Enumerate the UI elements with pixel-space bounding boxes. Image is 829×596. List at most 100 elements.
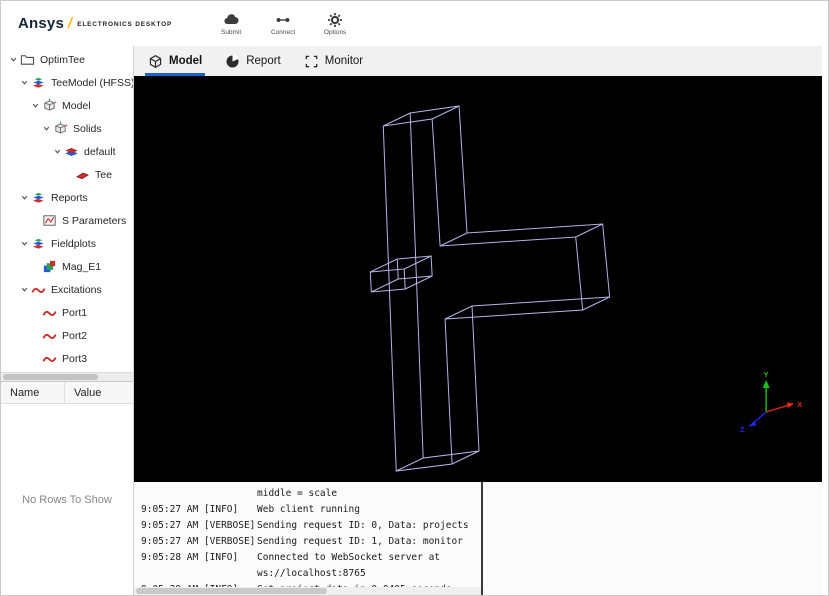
console-line: 9:05:28 AM [INFO] Connected to WebSocket … xyxy=(141,549,481,565)
tab-label: Report xyxy=(246,55,281,67)
chevron-down-icon[interactable] xyxy=(51,145,64,158)
tee-wireframe xyxy=(369,105,611,472)
main-area: Model Report Monitor Y X Z middle = scal… xyxy=(134,46,828,595)
tee-front-face xyxy=(382,118,584,472)
tree-item-label: TeeModel (HFSS) xyxy=(51,76,133,89)
console-line-message: Connected to WebSocket server at xyxy=(257,551,441,563)
tree-item-port2[interactable]: Port2 xyxy=(1,324,133,347)
folder-icon xyxy=(20,52,35,67)
tree-item-reports[interactable]: Reports xyxy=(1,186,133,209)
tree-item-port1[interactable]: Port1 xyxy=(1,301,133,324)
chevron-down-icon[interactable] xyxy=(29,99,42,112)
console-lines: middle = scale 9:05:27 AM [INFO] Web clien… xyxy=(141,485,481,595)
port-icon xyxy=(42,351,57,366)
properties-header: Name Value xyxy=(1,382,133,404)
console-line-prefix: 9:05:27 AM [VERBOSE] xyxy=(141,535,256,547)
console-line: 9:05:27 AM [VERBOSE] Sending request ID: … xyxy=(141,517,481,533)
tree-item-optimtee[interactable]: OptimTee xyxy=(1,48,133,71)
x-axis-arrowhead xyxy=(786,402,795,408)
tree-item-label: S Parameters xyxy=(62,214,127,227)
console-log[interactable]: middle = scale 9:05:27 AM [INFO] Web clien… xyxy=(134,482,481,595)
sidebar: OptimTee TeeModel (HFSS) Model Solids defaul… xyxy=(1,46,134,595)
x-axis-label: X xyxy=(797,400,802,409)
connect-icon xyxy=(275,12,291,28)
solids-icon xyxy=(53,121,68,136)
tree-item-label: Solids xyxy=(73,122,102,135)
tree-item-excitations[interactable]: Excitations xyxy=(1,278,133,301)
tree-item-model[interactable]: Model xyxy=(1,94,133,117)
column-header-value[interactable]: Value xyxy=(65,382,133,403)
console-line-message: ws://localhost:8765 xyxy=(257,567,366,579)
design-icon xyxy=(31,75,46,90)
tree-item-teemodel-hfss[interactable]: TeeModel (HFSS) xyxy=(1,71,133,94)
z-axis xyxy=(752,411,767,424)
connect-button[interactable]: Connect xyxy=(264,12,302,36)
tree-item-s-parameters[interactable]: S Parameters xyxy=(1,209,133,232)
tab-label: Monitor xyxy=(324,55,364,67)
plot-icon xyxy=(42,213,57,228)
tab-report[interactable]: Report xyxy=(222,46,284,76)
app-header: Ansys / ELECTRONICS DESKTOP Submit Connec… xyxy=(1,1,828,46)
tree-item-label: Port2 xyxy=(62,329,88,342)
logo-slash: / xyxy=(66,15,75,32)
septum-wireframe xyxy=(369,255,433,293)
tree-item-default[interactable]: default xyxy=(1,140,133,163)
tree-item-mag-e1[interactable]: Mag_E1 xyxy=(1,255,133,278)
model-icon xyxy=(42,98,57,113)
tree-item-label: Model xyxy=(62,99,91,112)
chevron-down-icon[interactable] xyxy=(18,237,31,250)
ansys-logo: Ansys / ELECTRONICS DESKTOP xyxy=(18,15,172,32)
report-tab-icon xyxy=(225,54,240,69)
submit-button[interactable]: Submit xyxy=(212,12,250,36)
console-line: 9:05:27 AM [VERBOSE] Sending request ID: … xyxy=(141,533,481,549)
logo-product-text: ELECTRONICS DESKTOP xyxy=(77,21,173,28)
y-axis-arrowhead xyxy=(762,380,770,388)
console-horizontal-scrollbar[interactable] xyxy=(134,587,481,595)
scrollbar-thumb[interactable] xyxy=(136,588,327,594)
tree-item-label: Reports xyxy=(51,191,88,204)
tree-item-label: default xyxy=(84,145,116,158)
caret-placeholder xyxy=(29,306,42,319)
tree-item-port3[interactable]: Port3 xyxy=(1,347,133,370)
console-line: 9:05:27 AM [INFO] Web client running xyxy=(141,501,481,517)
column-header-name[interactable]: Name xyxy=(1,382,65,403)
tree-item-tee[interactable]: Tee xyxy=(1,163,133,186)
tab-monitor[interactable]: Monitor xyxy=(301,46,366,76)
material-icon xyxy=(64,144,79,159)
console-area: middle = scale 9:05:27 AM [INFO] Web clien… xyxy=(134,482,822,595)
chevron-down-icon[interactable] xyxy=(40,122,53,135)
action-label: Submit xyxy=(220,28,242,36)
console-line-message: Sending request ID: 1, Data: monitor xyxy=(257,535,463,547)
z-axis-label: Z xyxy=(740,425,745,434)
tree-item-solids[interactable]: Solids xyxy=(1,117,133,140)
caret-placeholder xyxy=(29,214,42,227)
options-button[interactable]: Options xyxy=(316,12,354,36)
properties-body: No Rows To Show xyxy=(1,404,133,595)
console-line-message: Web client running xyxy=(257,503,360,515)
chevron-down-icon[interactable] xyxy=(18,283,31,296)
caret-placeholder xyxy=(29,260,42,273)
caret-placeholder xyxy=(62,168,75,181)
chevron-down-icon[interactable] xyxy=(18,76,31,89)
chevron-down-icon[interactable] xyxy=(7,53,20,66)
port-icon xyxy=(42,328,57,343)
viewport-3d[interactable]: Y X Z xyxy=(134,76,822,482)
field-overlay-icon xyxy=(42,259,57,274)
console-line-prefix: 9:05:27 AM [VERBOSE] xyxy=(141,519,256,531)
body-row: OptimTee TeeModel (HFSS) Model Solids defaul… xyxy=(1,46,828,595)
caret-placeholder xyxy=(29,329,42,342)
x-axis xyxy=(765,404,790,413)
view-tabs: Model Report Monitor xyxy=(134,46,822,76)
fieldplots-icon xyxy=(31,236,46,251)
sheet-icon xyxy=(75,167,90,182)
chevron-down-icon[interactable] xyxy=(18,191,31,204)
tree-item-label: Excitations xyxy=(51,283,102,296)
tree-item-fieldplots[interactable]: Fieldplots xyxy=(1,232,133,255)
port-icon xyxy=(42,305,57,320)
tree-horizontal-scrollbar[interactable] xyxy=(1,372,133,381)
scrollbar-thumb[interactable] xyxy=(3,374,99,380)
console-line-message: Sending request ID: 0, Data: projects xyxy=(257,519,469,531)
tab-model[interactable]: Model xyxy=(145,46,206,76)
console-right-panel xyxy=(483,482,822,595)
console-line: middle = scale xyxy=(141,485,481,501)
